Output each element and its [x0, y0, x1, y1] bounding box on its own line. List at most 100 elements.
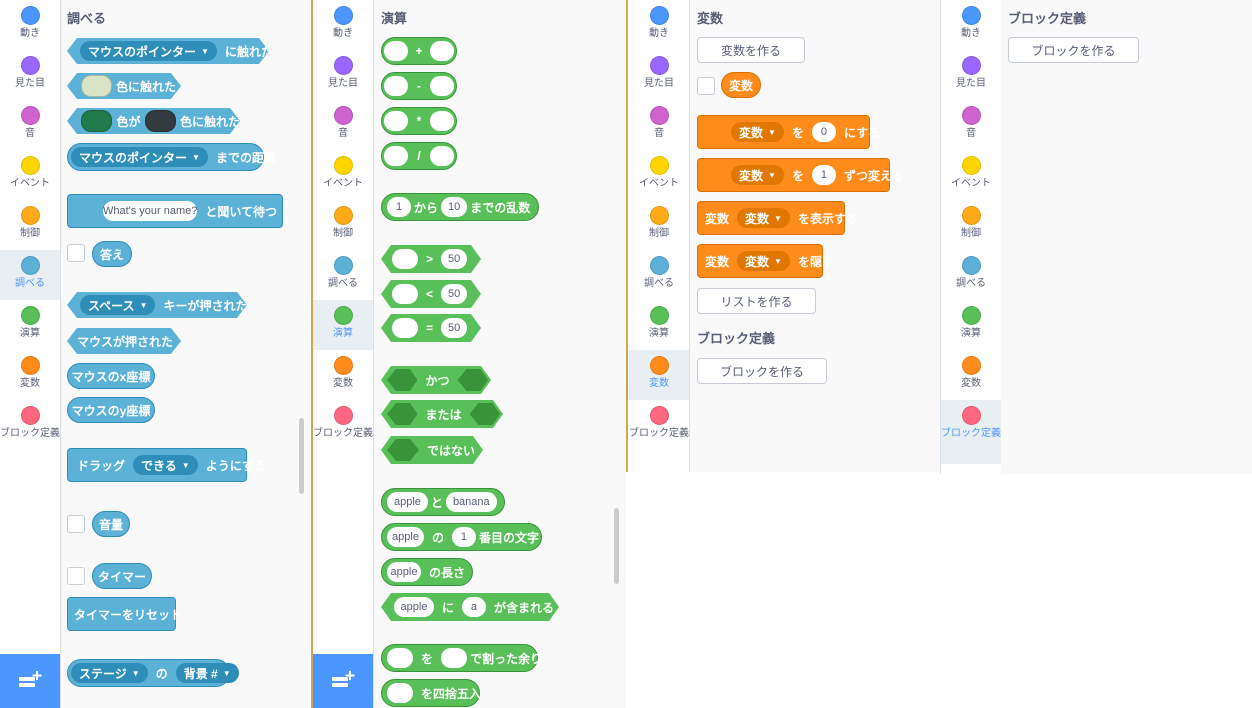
category-operators[interactable]: 演算: [941, 300, 1001, 350]
category-operators[interactable]: 演算: [0, 300, 60, 350]
lt-input-b[interactable]: 50: [441, 284, 467, 304]
category-motion[interactable]: 動き: [0, 0, 60, 50]
category-sensing[interactable]: 調べる: [629, 250, 689, 300]
category-myblocks[interactable]: ブロック定義: [313, 400, 373, 462]
ask-and-wait-block[interactable]: What's your name? と聞いて待つ: [67, 194, 283, 228]
not-slot[interactable]: [387, 439, 419, 461]
loudness-block[interactable]: 音量: [92, 511, 130, 537]
and-slot-b[interactable]: [458, 369, 488, 391]
contains-string-input[interactable]: apple: [394, 597, 434, 617]
change-variable-block[interactable]: 変数 ▼ を 1 ずつ変える: [697, 158, 904, 192]
timer-checkbox[interactable]: [67, 567, 85, 585]
mouse-x-block[interactable]: マウスのx座標: [67, 363, 155, 389]
set-variable-dropdown[interactable]: 変数 ▼: [731, 122, 784, 142]
category-events[interactable]: イベント: [629, 150, 689, 200]
show-variable-dropdown[interactable]: 変数 ▼: [737, 208, 790, 228]
divide-input-b[interactable]: [430, 146, 454, 166]
mouse-down-block[interactable]: マウスが押された: [67, 328, 181, 354]
multiply-block[interactable]: *: [381, 107, 457, 135]
category-sound[interactable]: 音: [629, 100, 689, 150]
distance-dropdown[interactable]: マウスのポインター ▼: [71, 147, 208, 167]
scrollbar[interactable]: [299, 418, 304, 494]
category-motion[interactable]: 動き: [313, 0, 373, 50]
of-property-dropdown[interactable]: 背景 # ▼: [175, 663, 239, 683]
gt-input-b[interactable]: 50: [441, 249, 467, 269]
color-swatch-b[interactable]: [145, 110, 176, 132]
divide-block[interactable]: /: [381, 142, 457, 170]
category-control[interactable]: 制御: [629, 200, 689, 250]
letter-index-input[interactable]: 1: [451, 527, 476, 547]
category-variables[interactable]: 変数: [0, 350, 60, 400]
contains-char-input[interactable]: a: [462, 597, 486, 617]
add-input-b[interactable]: [429, 41, 454, 61]
distance-block[interactable]: マウスのポインター ▼ までの距離: [67, 143, 276, 171]
category-control[interactable]: 制御: [941, 200, 1001, 250]
category-looks[interactable]: 見た目: [941, 50, 1001, 100]
subtract-input-b[interactable]: [430, 76, 454, 96]
category-looks[interactable]: 見た目: [313, 50, 373, 100]
of-target-dropdown[interactable]: ステージ ▼: [71, 663, 148, 683]
answer-block[interactable]: 答え: [92, 241, 132, 267]
category-myblocks[interactable]: ブロック定義: [0, 400, 60, 462]
change-variable-dropdown[interactable]: 変数 ▼: [731, 165, 784, 185]
category-operators[interactable]: 演算: [313, 300, 373, 350]
category-looks[interactable]: 見た目: [0, 50, 60, 100]
category-sensing[interactable]: 調べる: [941, 250, 1001, 300]
touching-dropdown[interactable]: マウスのポインター ▼: [80, 41, 217, 61]
drag-mode-block[interactable]: ドラッグ できる ▼ ようにする: [67, 448, 266, 482]
round-block[interactable]: を四捨五入: [381, 679, 481, 707]
letter-of-block[interactable]: apple の 1 番目の文字: [381, 523, 542, 551]
category-operators[interactable]: 演算: [629, 300, 689, 350]
category-variables[interactable]: 変数: [629, 350, 689, 400]
category-events[interactable]: イベント: [0, 150, 60, 200]
variable-reporter[interactable]: 変数: [721, 72, 761, 98]
add-block[interactable]: +: [381, 37, 457, 65]
ask-input[interactable]: What's your name?: [103, 201, 197, 221]
mod-input-a[interactable]: [387, 648, 413, 668]
or-slot-a[interactable]: [387, 403, 417, 425]
add-extension-button[interactable]: [313, 654, 373, 708]
subtract-input-a[interactable]: [384, 76, 408, 96]
scrollbar[interactable]: [614, 508, 619, 584]
less-than-block[interactable]: <50: [381, 280, 481, 308]
greater-than-block[interactable]: >50: [381, 245, 481, 273]
color-swatch-a[interactable]: [81, 110, 112, 132]
of-block[interactable]: ステージ ▼ の 背景 # ▼: [67, 659, 239, 687]
join-input-b[interactable]: banana: [445, 492, 497, 512]
timer-block[interactable]: タイマー: [92, 563, 152, 589]
mouse-y-block[interactable]: マウスのy座標: [67, 397, 155, 423]
eq-input-b[interactable]: 50: [441, 318, 467, 338]
category-variables[interactable]: 変数: [941, 350, 1001, 400]
make-block-button[interactable]: ブロックを作る: [1008, 37, 1139, 63]
make-list-button[interactable]: リストを作る: [697, 288, 816, 314]
category-sensing[interactable]: 調べる: [313, 250, 373, 300]
key-dropdown[interactable]: スペース ▼: [80, 295, 155, 315]
category-events[interactable]: イベント: [313, 150, 373, 200]
join-block[interactable]: apple と banana: [381, 488, 505, 516]
drag-dropdown[interactable]: できる ▼: [133, 455, 198, 475]
letter-string-input[interactable]: apple: [387, 527, 424, 547]
category-control[interactable]: 制御: [0, 200, 60, 250]
length-input[interactable]: apple: [387, 562, 421, 582]
category-sound[interactable]: 音: [941, 100, 1001, 150]
multiply-input-a[interactable]: [384, 111, 408, 131]
key-pressed-block[interactable]: スペース ▼ キーが押された: [67, 292, 247, 318]
random-to-input[interactable]: 10: [441, 197, 468, 217]
category-sound[interactable]: 音: [313, 100, 373, 150]
category-sensing[interactable]: 調べる: [0, 250, 60, 300]
or-slot-b[interactable]: [470, 403, 500, 425]
mod-block[interactable]: を で割った余り: [381, 644, 542, 672]
join-input-a[interactable]: apple: [387, 492, 428, 512]
answer-checkbox[interactable]: [67, 244, 85, 262]
hide-variable-dropdown[interactable]: 変数 ▼: [737, 251, 790, 271]
category-myblocks[interactable]: ブロック定義: [941, 400, 1001, 464]
variable-checkbox[interactable]: [697, 77, 715, 95]
category-myblocks[interactable]: ブロック定義: [629, 400, 689, 462]
contains-block[interactable]: apple に a が含まれる: [381, 593, 559, 621]
set-value-input[interactable]: 0: [811, 122, 836, 142]
length-block[interactable]: apple の長さ: [381, 558, 473, 586]
or-block[interactable]: または: [381, 400, 503, 428]
make-block-button[interactable]: ブロックを作る: [697, 358, 827, 384]
show-variable-block[interactable]: 変数 変数 ▼ を表示する: [697, 201, 858, 235]
hide-variable-block[interactable]: 変数 変数 ▼ を隠す: [697, 244, 834, 278]
